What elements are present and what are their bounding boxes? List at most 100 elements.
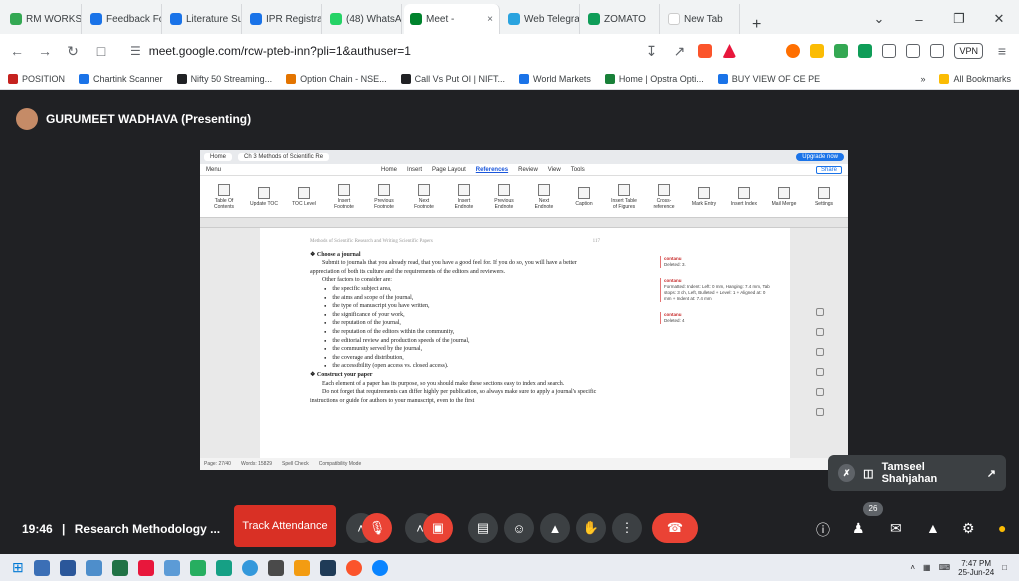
keyboard-icon[interactable]: ⌨	[939, 563, 951, 572]
bookmark-page-icon[interactable]: □	[92, 43, 110, 59]
participant-tile[interactable]: ✗ ◫ Tamseel Shahjahan ↗	[828, 455, 1006, 491]
present-button[interactable]: ▲	[540, 513, 570, 543]
bullet-item: the accessibility (open access vs. close…	[324, 362, 730, 371]
excel-icon[interactable]	[111, 559, 128, 576]
paragraph: Each element of a paper has its purpose,…	[322, 380, 565, 387]
brave-browser-icon[interactable]	[345, 559, 362, 576]
app-icon[interactable]	[241, 559, 258, 576]
info-icon[interactable]: ⓘ	[816, 520, 830, 540]
ribbon-button: Previous Endnote	[490, 183, 518, 210]
app-icon[interactable]	[371, 559, 388, 576]
notifications-icon[interactable]: □	[1002, 563, 1007, 572]
browser-tab[interactable]: Literature Surv	[164, 4, 242, 34]
wps-menu-item: Review	[518, 166, 538, 173]
maximize-button[interactable]: ❐	[939, 11, 979, 27]
emoji-button[interactable]: ☺	[504, 513, 534, 543]
paragraph: Submit to journals that you already read…	[310, 260, 577, 275]
browser-tab[interactable]: (48) WhatsApp	[324, 4, 402, 34]
windows-start-icon[interactable]: ⊞	[12, 559, 24, 576]
app-icon[interactable]	[163, 559, 180, 576]
track-attendance-button[interactable]: Track Attendance	[234, 505, 336, 547]
browser-tab[interactable]: RM WORKSHC	[4, 4, 82, 34]
network-icon[interactable]: ▦	[923, 563, 931, 572]
new-tab-button[interactable]: +	[742, 16, 771, 34]
browser-tab[interactable]: Meet - ×	[404, 4, 500, 34]
host-controls-icon[interactable]: ⚙	[962, 520, 975, 537]
bookmark-item[interactable]: BUY VIEW OF CE PE	[717, 73, 821, 84]
chat-icon[interactable]: ✉	[890, 520, 902, 537]
app-icon[interactable]	[85, 559, 102, 576]
app-icon[interactable]	[293, 559, 310, 576]
people-icon[interactable]: ♟	[852, 520, 865, 537]
bookmark-item[interactable]: Nifty 50 Streaming...	[176, 73, 272, 84]
tray-overflow-icon[interactable]: ˄	[910, 563, 915, 572]
extension-icon[interactable]	[858, 44, 873, 58]
reload-icon[interactable]: ↻	[64, 43, 82, 60]
download-icon[interactable]: ↧	[642, 43, 660, 60]
expand-icon[interactable]: ↗	[987, 467, 996, 480]
extension-icon[interactable]	[834, 44, 849, 58]
wallet-icon[interactable]	[930, 44, 945, 58]
browser-tab[interactable]: Web Telegram	[502, 4, 580, 34]
site-info-icon[interactable]: ☰	[130, 44, 141, 58]
extensions-puzzle-icon[interactable]	[882, 44, 897, 58]
ribbon-icon	[458, 183, 470, 196]
tab-search-button[interactable]: ⌄	[859, 11, 899, 27]
bookmark-item[interactable]: POSITION	[8, 73, 65, 84]
app-icon[interactable]	[137, 559, 154, 576]
bookmark-favicon-icon	[400, 73, 411, 84]
more-options-button[interactable]: ⋮	[612, 513, 642, 543]
back-arrow-icon[interactable]: ←	[8, 43, 26, 59]
window-controls: ⌄ – ❐ ✕	[859, 4, 1019, 34]
app-icon[interactable]	[267, 559, 284, 576]
activities-icon[interactable]: ▲	[926, 520, 940, 536]
brave-rewards-icon[interactable]	[722, 44, 737, 58]
wps-ribbon: Table Of Contents Update TOC TOC Level Inse…	[200, 176, 848, 218]
wps-menu-item: Tools	[570, 166, 585, 173]
tab-close-icon[interactable]: ×	[487, 14, 493, 25]
forward-arrow-icon[interactable]: →	[36, 43, 54, 59]
bookmark-item[interactable]: Call Vs Put OI | NIFT...	[400, 73, 505, 84]
app-icon[interactable]	[319, 559, 336, 576]
close-window-button[interactable]: ✕	[979, 11, 1019, 27]
browser-tab[interactable]: ZOMATO	[582, 4, 660, 34]
bookmark-item[interactable]: World Markets	[519, 73, 591, 84]
bookmark-label: BUY VIEW OF CE PE	[731, 73, 821, 84]
app-icon[interactable]	[215, 559, 232, 576]
extension-icon[interactable]	[786, 44, 801, 58]
leave-call-button[interactable]: ☎	[652, 513, 698, 543]
clock[interactable]: 7:47 PM 25-Jun-24	[958, 559, 994, 577]
vpn-button[interactable]: VPN	[954, 43, 983, 59]
raise-hand-button[interactable]: ✋	[576, 513, 606, 543]
ribbon-button: Insert Table of Figures	[610, 183, 638, 210]
url-field[interactable]: ☰ meet.google.com/rcw-pteb-inn?pli=1&aut…	[120, 38, 632, 64]
camera-off-button[interactable]: ▣	[423, 513, 453, 543]
ribbon-label: Cross-reference	[653, 197, 675, 210]
browser-tab[interactable]: New Tab	[662, 4, 740, 34]
captions-button[interactable]: ▤	[468, 513, 498, 543]
meeting-time: 19:46	[22, 522, 53, 536]
menu-icon[interactable]: ≡	[993, 43, 1011, 59]
ribbon-label: Table Of Contents	[213, 197, 234, 210]
word-icon[interactable]	[59, 559, 76, 576]
browser-tab[interactable]: IPR Registratio	[244, 4, 322, 34]
sidebar-icon[interactable]	[906, 44, 921, 58]
share-icon[interactable]: ↗	[670, 43, 688, 60]
bookmark-item[interactable]: Home | Opstra Opti...	[604, 73, 704, 84]
mic-off-button[interactable]: 🎙	[362, 513, 392, 543]
ribbon-label: Caption	[575, 200, 593, 207]
participant-name: Tamseel Shahjahan	[881, 461, 938, 485]
minimize-button[interactable]: –	[899, 12, 939, 27]
app-icon[interactable]	[189, 559, 206, 576]
bookmarks-overflow[interactable]: »	[920, 74, 925, 84]
extension-icon[interactable]	[810, 44, 825, 58]
brave-shield-icon[interactable]	[698, 44, 713, 58]
ribbon-icon	[818, 186, 830, 199]
app-icon[interactable]	[33, 559, 50, 576]
bookmark-favicon-icon	[79, 73, 90, 84]
notification-icon[interactable]: ●	[998, 520, 1006, 536]
bookmark-item[interactable]: Option Chain - NSE...	[286, 73, 387, 84]
bookmark-item[interactable]: Chartink Scanner	[79, 73, 163, 84]
all-bookmarks-button[interactable]: All Bookmarks	[939, 73, 1011, 84]
browser-tab[interactable]: Feedback Form	[84, 4, 162, 34]
